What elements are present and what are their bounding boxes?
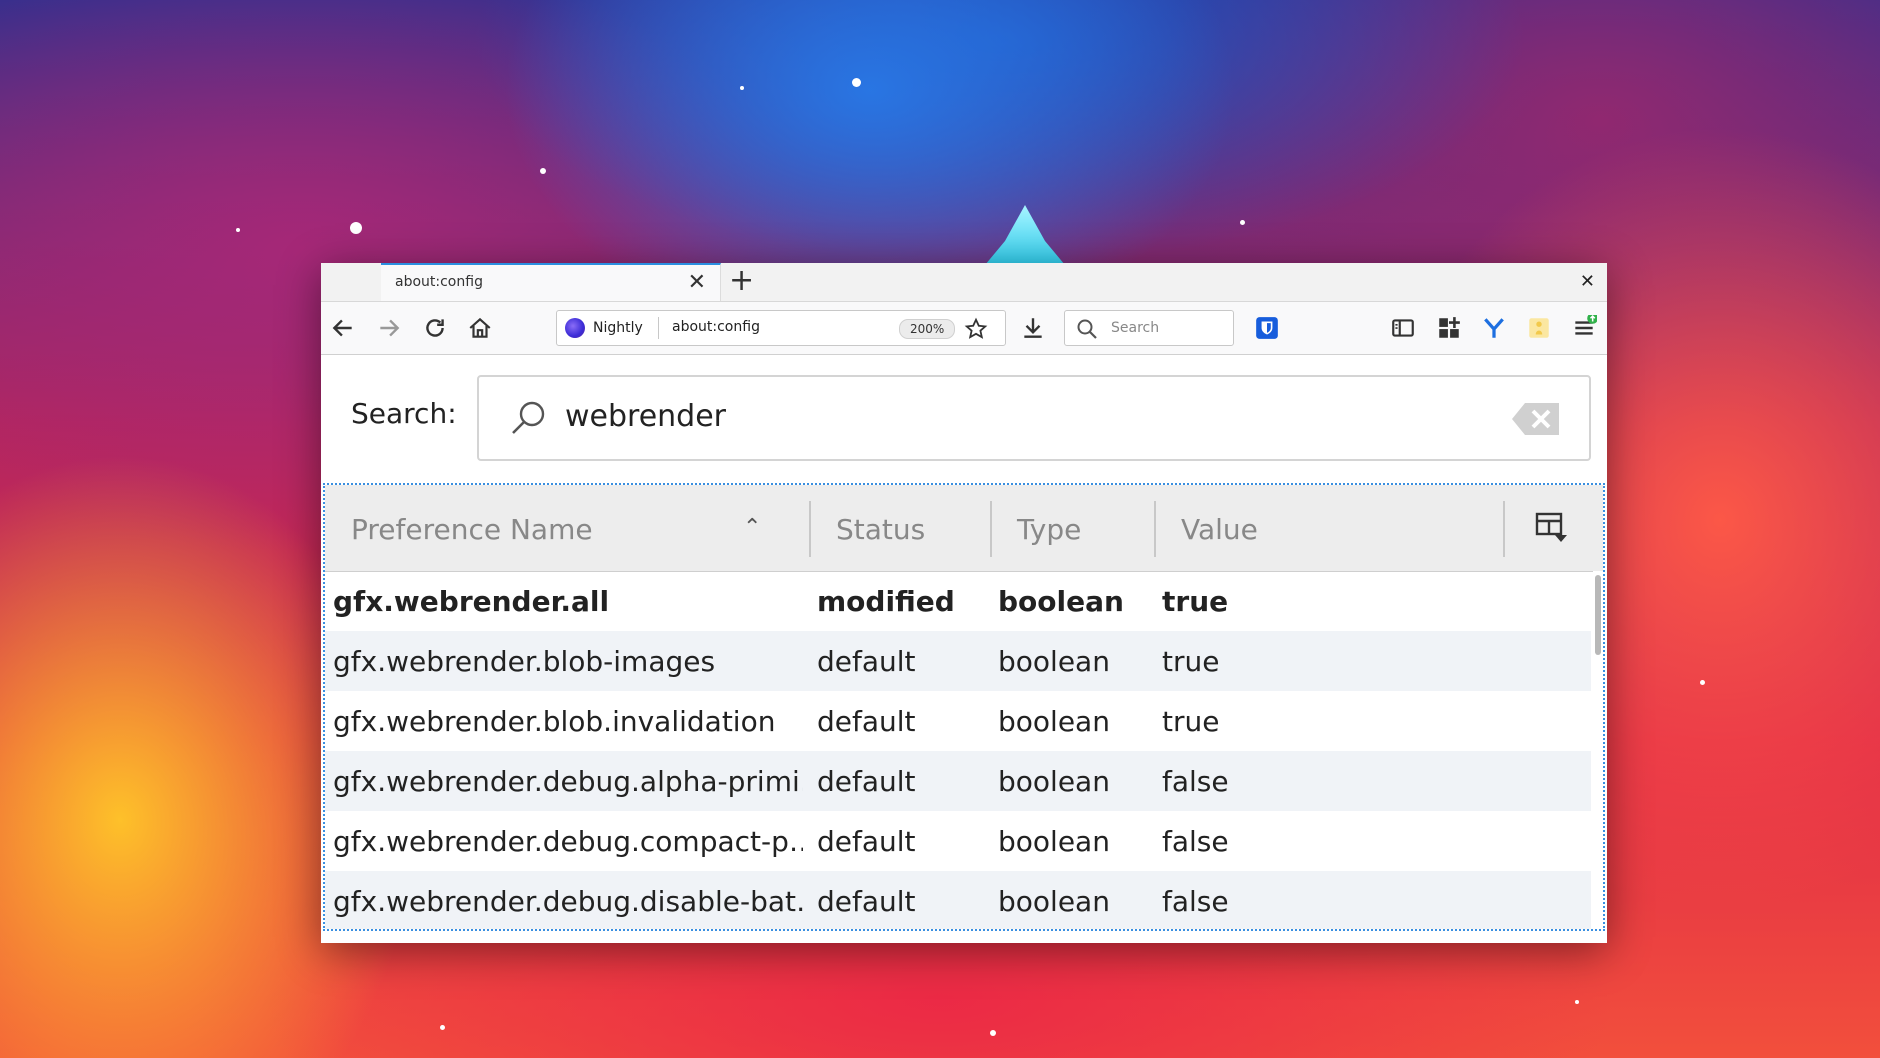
pref-value: false — [1162, 825, 1229, 858]
preference-rows: gfx.webrender.all modified boolean true … — [325, 571, 1591, 929]
column-splitter[interactable] — [990, 501, 992, 557]
url-text[interactable]: about:config — [672, 319, 760, 335]
wallpaper-flame-shape — [985, 205, 1065, 265]
pref-value: true — [1162, 645, 1220, 678]
url-bar[interactable]: Nightly about:config 200% — [556, 310, 1006, 346]
pref-name: gfx.webrender.all — [333, 585, 610, 618]
clear-search-icon[interactable] — [1511, 401, 1561, 437]
pref-type: boolean — [998, 705, 1110, 738]
search-row: Search: webrender — [321, 355, 1607, 465]
download-icon[interactable] — [1017, 312, 1049, 344]
table-row[interactable]: gfx.webrender.blob-images default boolea… — [325, 631, 1591, 691]
pref-type: boolean — [998, 765, 1110, 798]
pref-value: true — [1162, 705, 1220, 738]
pref-status: default — [817, 825, 916, 858]
preferences-tree[interactable]: Preference Name ⌃ Status Type Value gfx.… — [323, 483, 1605, 931]
reload-icon[interactable] — [419, 312, 451, 344]
pref-type: boolean — [998, 585, 1124, 618]
column-picker-icon[interactable] — [1533, 509, 1569, 545]
tab-strip: about:config ✕ + ✕ — [321, 263, 1607, 302]
search-placeholder: Search — [1111, 320, 1160, 336]
search-value[interactable]: webrender — [565, 399, 726, 434]
star-icon[interactable] — [962, 315, 990, 343]
vertical-scrollbar[interactable] — [1593, 571, 1603, 929]
pref-name: gfx.webrender.debug.disable-bat… — [333, 885, 803, 918]
star-dot — [440, 1025, 445, 1030]
back-arrow-icon[interactable] — [327, 312, 359, 344]
tab-title: about:config — [395, 274, 483, 290]
table-row[interactable]: gfx.webrender.debug.alpha-primi… default… — [325, 751, 1591, 811]
home-icon[interactable] — [464, 312, 496, 344]
pref-status: default — [817, 765, 916, 798]
zoom-level-button[interactable]: 200% — [899, 319, 956, 339]
identity-box[interactable]: Nightly — [565, 317, 643, 339]
bitwarden-shield-icon[interactable] — [1251, 312, 1283, 344]
column-splitter[interactable] — [1154, 501, 1156, 557]
column-splitter[interactable] — [1503, 501, 1505, 557]
tab-close-icon[interactable]: ✕ — [688, 269, 706, 297]
pref-status: default — [817, 645, 916, 678]
pref-name: gfx.webrender.blob.invalidation — [333, 705, 776, 738]
star-dot — [236, 228, 240, 232]
star-dot — [1575, 1000, 1579, 1004]
preference-search-input[interactable]: webrender — [477, 375, 1591, 461]
table-row[interactable]: gfx.webrender.all modified boolean true — [325, 571, 1591, 631]
star-dot — [1700, 680, 1705, 685]
pref-value: false — [1162, 765, 1229, 798]
scrollbar-thumb[interactable] — [1595, 575, 1601, 655]
column-header-name[interactable]: Preference Name — [351, 513, 593, 546]
pref-type: boolean — [998, 885, 1110, 918]
pref-value: true — [1162, 585, 1229, 618]
pref-value: false — [1162, 885, 1229, 918]
nightly-logo-icon — [565, 318, 585, 338]
forward-arrow-icon[interactable] — [373, 312, 405, 344]
pref-name: gfx.webrender.debug.alpha-primi… — [333, 765, 803, 798]
table-row[interactable]: gfx.webrender.debug.compact-p… default b… — [325, 811, 1591, 871]
column-header-value[interactable]: Value — [1181, 513, 1258, 546]
tab-strip-spacer — [321, 263, 381, 301]
sort-ascending-icon: ⌃ — [743, 515, 762, 540]
pref-status: default — [817, 885, 916, 918]
table-row[interactable]: gfx.webrender.debug.disable-bat… default… — [325, 871, 1591, 929]
url-divider — [658, 317, 659, 339]
star-dot — [852, 78, 861, 87]
table-row[interactable]: gfx.webrender.blob.invalidation default … — [325, 691, 1591, 751]
hamburger-menu-icon[interactable] — [1568, 312, 1600, 344]
tree-header: Preference Name ⌃ Status Type Value — [325, 485, 1603, 572]
yellow-extension-icon[interactable] — [1523, 312, 1555, 344]
column-header-type[interactable]: Type — [1017, 513, 1081, 546]
browser-window: about:config ✕ + ✕ Nightly about:config … — [321, 263, 1607, 943]
pref-status: default — [817, 705, 916, 738]
column-header-status[interactable]: Status — [836, 513, 925, 546]
star-dot — [350, 222, 362, 234]
search-icon — [512, 401, 545, 434]
add-ons-grid-icon[interactable] — [1433, 312, 1465, 344]
about-config-page: Search: webrender Preference Name ⌃ Stat… — [321, 355, 1607, 943]
pref-type: boolean — [998, 825, 1110, 858]
pref-name: gfx.webrender.blob-images — [333, 645, 716, 678]
pref-type: boolean — [998, 645, 1110, 678]
navigation-toolbar: Nightly about:config 200% Search — [321, 302, 1607, 355]
search-icon — [1077, 319, 1097, 339]
pref-status: modified — [817, 585, 955, 618]
star-dot — [990, 1030, 996, 1036]
tab-about-config[interactable]: about:config ✕ — [381, 263, 721, 301]
star-dot — [740, 86, 744, 90]
star-dot — [540, 168, 546, 174]
new-tab-icon[interactable]: + — [729, 263, 754, 299]
search-bar[interactable]: Search — [1064, 310, 1234, 346]
star-dot — [1240, 220, 1245, 225]
sidebar-icon[interactable] — [1387, 312, 1419, 344]
column-splitter[interactable] — [809, 501, 811, 557]
window-close-icon[interactable]: ✕ — [1580, 269, 1595, 295]
pref-name: gfx.webrender.debug.compact-p… — [333, 825, 803, 858]
y-extension-icon[interactable] — [1478, 312, 1510, 344]
identity-label: Nightly — [593, 320, 643, 336]
search-label: Search: — [351, 397, 457, 430]
